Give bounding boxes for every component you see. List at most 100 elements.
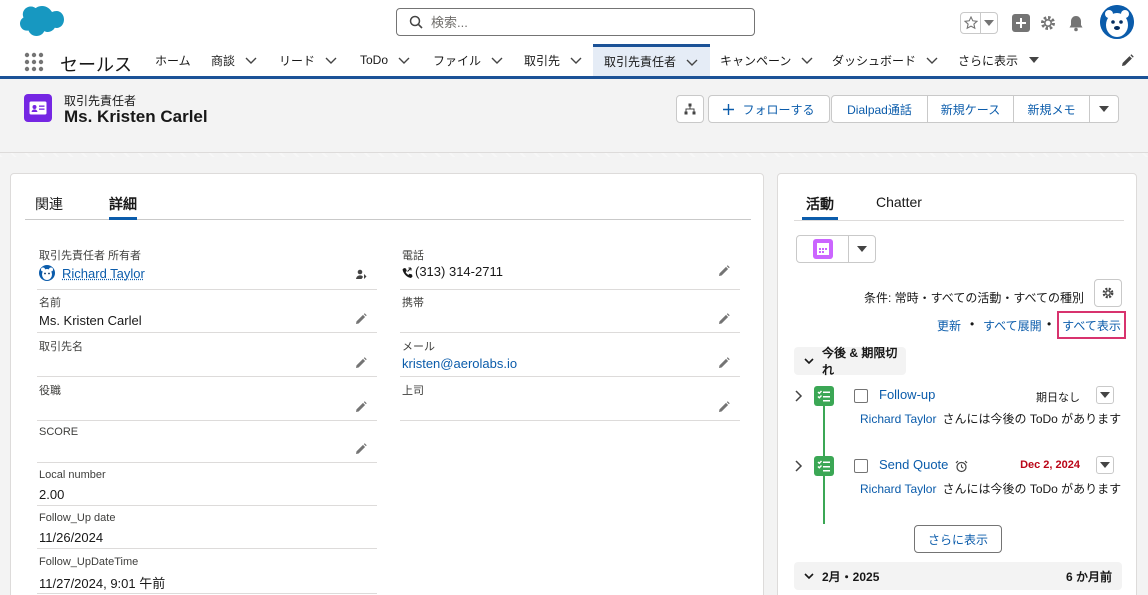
email-link[interactable]: kristen@aerolabs.io: [402, 356, 517, 371]
task-description: Richard Taylor さんには今後の ToDo があります: [860, 480, 1121, 497]
task-item: Follow-up 期日なし Richard Taylor さんには今後の ToD…: [794, 386, 1126, 446]
nav-item-label: 取引先責任者: [604, 55, 677, 69]
upcoming-section-header[interactable]: 今後 & 期限切れ: [794, 346, 906, 377]
field-score: SCORE: [37, 421, 377, 463]
search-input[interactable]: [431, 14, 731, 30]
field-label: 役職: [39, 385, 61, 397]
phone-icon: [402, 267, 414, 279]
chevron-down-icon[interactable]: [570, 54, 582, 66]
follow-button-label: フォローする: [742, 102, 815, 117]
task-owner-link[interactable]: Richard Taylor: [860, 482, 936, 496]
pencil-icon[interactable]: [1120, 54, 1134, 68]
activity-settings-button[interactable]: [1094, 279, 1122, 307]
pencil-icon[interactable]: [718, 265, 730, 277]
caret-down-icon[interactable]: [1028, 54, 1040, 66]
more-actions-button[interactable]: [1090, 96, 1118, 122]
nav-item-label: 取引先: [524, 53, 561, 68]
expand-all-link[interactable]: すべて展開: [983, 317, 1042, 334]
change-owner-icon[interactable]: [355, 268, 367, 280]
field-label: 取引先名: [39, 341, 83, 353]
month-section-header[interactable]: 2月・2025 6 か月前: [794, 562, 1122, 590]
plus-icon[interactable]: [1011, 13, 1031, 33]
chevron-down-icon[interactable]: [801, 54, 813, 66]
hierarchy-button[interactable]: [676, 95, 704, 123]
nav-item-label: ホーム: [155, 53, 191, 68]
nav-item-home[interactable]: ホーム: [155, 44, 191, 76]
chevron-down-icon: [804, 571, 814, 581]
pencil-icon[interactable]: [355, 313, 367, 325]
nav-item-more[interactable]: さらに表示: [958, 44, 1040, 76]
follow-button[interactable]: フォローする: [708, 95, 830, 123]
show-all-link[interactable]: すべて表示: [1057, 311, 1126, 339]
tab-chatter[interactable]: Chatter: [876, 194, 922, 220]
dialpad-call-button[interactable]: Dialpad通話: [832, 96, 928, 122]
chevron-right-icon[interactable]: [794, 460, 804, 472]
new-memo-button[interactable]: 新規メモ: [1014, 96, 1090, 122]
chevron-right-icon[interactable]: [794, 390, 804, 402]
pencil-icon[interactable]: [355, 401, 367, 413]
alarm-clock-icon: [955, 460, 968, 473]
global-search[interactable]: [396, 8, 755, 36]
new-case-button[interactable]: 新規ケース: [928, 96, 1014, 122]
gear-icon[interactable]: [1038, 13, 1058, 33]
activity-filter-summary: 条件: 常時・すべての活動・すべての種別: [863, 291, 1084, 305]
nav-item-opportunities[interactable]: 商談: [211, 44, 257, 76]
field-follow-up-datetime: Follow_UpDateTime 11/27/2024, 9:01 午前: [37, 549, 377, 594]
chevron-down-icon[interactable]: [849, 236, 875, 262]
chevron-down-icon[interactable]: [926, 54, 938, 66]
task-checkbox[interactable]: [854, 459, 868, 473]
nav-item-todo[interactable]: ToDo: [360, 44, 410, 76]
chevron-down-icon[interactable]: [325, 54, 337, 66]
task-title-link[interactable]: Follow-up: [879, 387, 935, 402]
refresh-link[interactable]: 更新: [937, 317, 961, 334]
chevron-down-icon[interactable]: [245, 54, 257, 66]
chevron-down-icon[interactable]: [398, 54, 410, 66]
chevron-down-icon[interactable]: [981, 13, 997, 33]
field-value: 2.00: [39, 487, 65, 502]
phone-value[interactable]: (313) 314-2711: [415, 264, 503, 279]
bell-icon[interactable]: [1066, 13, 1086, 33]
nav-item-dashboards[interactable]: ダッシュボード: [832, 44, 938, 76]
task-icon: [814, 386, 834, 406]
nav-item-label: さらに表示: [958, 53, 1019, 68]
nav-item-contacts[interactable]: 取引先責任者: [593, 44, 710, 76]
nav-item-files[interactable]: ファイル: [433, 44, 503, 76]
pencil-icon[interactable]: [355, 357, 367, 369]
nav-item-leads[interactable]: リード: [279, 44, 337, 76]
search-icon: [409, 15, 423, 29]
chevron-down-icon[interactable]: [686, 56, 698, 68]
app-navigation-bar: セールス ホーム 商談 リード ToDo ファイル 取引先 取引先責任者 キャン…: [0, 44, 1148, 79]
pencil-icon[interactable]: [355, 443, 367, 455]
new-event-button[interactable]: [797, 236, 849, 262]
task-actions-menu[interactable]: [1096, 456, 1114, 474]
nav-item-label: リード: [279, 53, 316, 68]
tab-related[interactable]: 関連: [35, 194, 63, 220]
field-label: Follow_UpDateTime: [39, 556, 139, 568]
tab-activity[interactable]: 活動: [802, 194, 838, 220]
pencil-icon[interactable]: [718, 401, 730, 413]
nav-item-label: キャンペーン: [720, 53, 792, 68]
nav-item-accounts[interactable]: 取引先: [524, 44, 582, 76]
contact-icon: [24, 94, 52, 122]
pencil-icon[interactable]: [718, 313, 730, 325]
field-label: メール: [402, 341, 435, 353]
star-icon[interactable]: [961, 13, 981, 33]
pencil-icon[interactable]: [718, 357, 730, 369]
task-actions-menu[interactable]: [1096, 386, 1114, 404]
tab-details[interactable]: 詳細: [109, 194, 137, 220]
nav-item-campaigns[interactable]: キャンペーン: [720, 44, 813, 76]
hierarchy-icon: [684, 103, 696, 115]
separator: •: [970, 317, 975, 331]
chevron-down-icon[interactable]: [491, 54, 503, 66]
task-owner-link[interactable]: Richard Taylor: [860, 412, 936, 426]
nav-item-label: 商談: [211, 53, 236, 68]
task-checkbox[interactable]: [854, 389, 868, 403]
waffle-icon[interactable]: [24, 52, 44, 72]
chevron-down-icon: [1100, 392, 1110, 398]
avatar[interactable]: [1100, 5, 1134, 39]
nav-item-label: ダッシュボード: [832, 53, 917, 68]
salesforce-cloud-icon[interactable]: [12, 5, 64, 39]
owner-link[interactable]: Richard Taylor: [62, 266, 145, 281]
task-title-link[interactable]: Send Quote: [879, 457, 948, 472]
show-more-button[interactable]: さらに表示: [914, 525, 1002, 553]
